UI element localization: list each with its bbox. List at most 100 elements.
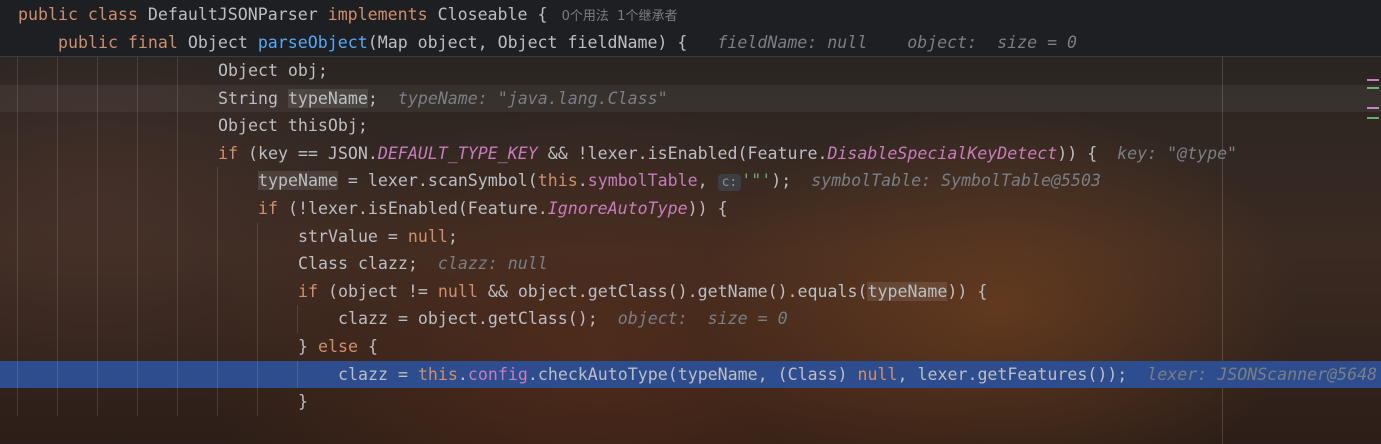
code-token: symbolTable	[587, 171, 698, 191]
indent-guide	[97, 388, 98, 416]
code-token: typeName	[258, 171, 338, 191]
debug-inline-value: typeName: "java.lang.Class"	[377, 88, 668, 108]
indent-guide	[17, 167, 18, 195]
indent-guide	[57, 222, 58, 251]
indent-guide	[137, 195, 138, 223]
code-token: Object obj;	[218, 61, 328, 80]
code-token: if	[298, 281, 328, 301]
code-line[interactable]: }	[0, 388, 1381, 416]
code-token: if	[218, 143, 248, 163]
indent-guide	[177, 305, 178, 333]
indent-guide	[17, 305, 18, 333]
code-token: {	[357, 337, 378, 356]
indent-guide	[57, 277, 58, 306]
indent-guide	[177, 57, 178, 85]
indent-guide	[17, 112, 18, 140]
indent-guide	[177, 167, 178, 195]
code-token: null	[857, 364, 898, 384]
indent-guide	[57, 139, 58, 168]
indent-guide	[17, 360, 18, 389]
code-token: public final	[58, 32, 188, 52]
code-line[interactable]: strValue = null;	[0, 222, 1381, 251]
indent-guide	[177, 388, 178, 416]
code-token: .	[577, 171, 588, 191]
code-token: }	[298, 392, 308, 412]
indent-guide	[57, 84, 58, 113]
execution-point-line[interactable]: clazz = this.config.checkAutoType(typeNa…	[0, 360, 1381, 389]
code-token: clazz =	[338, 364, 418, 384]
code-token: typeName	[287, 88, 368, 108]
indent-guide	[57, 333, 58, 361]
indent-guide	[137, 167, 138, 195]
indent-guide	[97, 57, 98, 85]
indent-guide	[257, 360, 258, 389]
code-token: config	[467, 364, 528, 384]
indent-guide	[137, 250, 138, 278]
indent-guide	[257, 222, 258, 251]
code-line[interactable]: clazz = object.getClass(); object: size …	[0, 305, 1381, 333]
code-editor[interactable]: Object obj; String typeName; typeName: "j…	[0, 57, 1381, 444]
indent-guide	[57, 360, 58, 389]
code-token: DEFAULT_TYPE_KEY	[377, 143, 538, 163]
indent-guide	[97, 222, 98, 251]
debug-inline-value: symbolTable: SymbolTable@5503	[791, 171, 1101, 191]
code-token: , lexer.getFeatures());	[897, 364, 1128, 384]
indent-guide	[257, 333, 258, 361]
code-token: public class	[18, 5, 148, 24]
indent-guide	[257, 277, 258, 306]
indent-guide	[217, 222, 218, 251]
code-line[interactable]: Object obj;	[0, 57, 1381, 85]
indent-guide	[97, 305, 98, 333]
code-line[interactable]: Class clazz; clazz: null	[0, 250, 1381, 278]
usage-hint[interactable]: 0个用法 1个继承者	[558, 9, 678, 24]
indent-guide	[217, 167, 218, 195]
indent-guide	[17, 195, 18, 223]
code-token: (!lexer.isEnabled(Feature.	[287, 199, 548, 218]
indent-guide	[17, 222, 18, 251]
indent-guide	[177, 195, 178, 223]
code-token: && object.getClass().getName().equals(	[477, 281, 868, 301]
code-line[interactable]: Object thisObj;	[0, 112, 1381, 140]
method-declaration-line: public final Object parseObject(Map obje…	[0, 28, 1381, 58]
indent-guide	[97, 112, 98, 140]
code-token: '"'	[741, 171, 772, 191]
code-line[interactable]: if (!lexer.isEnabled(Feature.IgnoreAutoT…	[0, 195, 1381, 223]
code-line[interactable]: if (object != null && object.getClass().…	[0, 277, 1381, 306]
indent-guide	[97, 277, 98, 306]
indent-guide	[297, 305, 298, 333]
indent-guide	[17, 84, 18, 113]
code-token: clazz = object.getClass();	[338, 309, 598, 329]
indent-guide	[97, 360, 98, 389]
code-token: ,	[697, 171, 718, 191]
indent-guide	[137, 388, 138, 416]
code-token: null	[437, 281, 478, 301]
debug-inline-value: object: size = 0	[597, 309, 788, 329]
code-token: DisableSpecialKeyDetect	[827, 143, 1058, 163]
indent-guide	[217, 388, 218, 416]
debug-inline-value: lexer: JSONScanner@5648	[1127, 364, 1378, 384]
indent-guide	[57, 195, 58, 223]
code-token: DefaultJSONParser	[147, 5, 328, 24]
indent-guide	[177, 250, 178, 278]
code-token: (key == JSON.	[247, 143, 378, 163]
indent-guide	[177, 84, 178, 113]
code-token: this	[537, 171, 578, 191]
indent-guide	[177, 139, 178, 168]
indent-guide	[17, 250, 18, 278]
indent-guide	[177, 222, 178, 251]
code-token: .	[457, 364, 468, 384]
indent-guide	[217, 195, 218, 223]
indent-guide	[97, 250, 98, 278]
code-line[interactable]: typeName = lexer.scanSymbol(this.symbolT…	[0, 167, 1381, 195]
indent-guide	[177, 277, 178, 306]
debug-inline-value: clazz: null	[417, 254, 548, 274]
indent-guide	[137, 57, 138, 85]
indent-guide	[177, 112, 178, 140]
code-token: (Map object, Object fieldName) {	[367, 32, 698, 52]
code-token: );	[771, 171, 792, 191]
code-token: ;	[447, 226, 458, 246]
code-line[interactable]: String typeName; typeName: "java.lang.Cl…	[0, 84, 1381, 113]
code-line[interactable]: if (key == JSON.DEFAULT_TYPE_KEY && !lex…	[0, 139, 1381, 168]
code-line[interactable]: } else {	[0, 333, 1381, 361]
code-token: && !lexer.isEnabled(Feature.	[537, 143, 828, 163]
